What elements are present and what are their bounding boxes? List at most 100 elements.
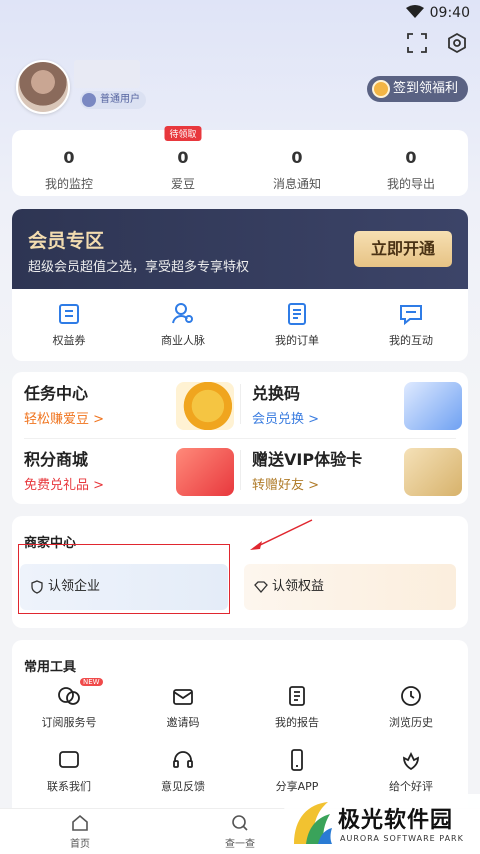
- tool-label: 联系我们: [47, 780, 91, 793]
- tool-report[interactable]: 我的报告: [240, 684, 354, 730]
- stat-label: 我的导出: [386, 177, 435, 191]
- stat-value: 0: [63, 148, 75, 167]
- tool-feedback[interactable]: 意见反馈: [126, 748, 240, 794]
- order-icon: [288, 303, 306, 325]
- tool-label: 意见反馈: [161, 780, 205, 793]
- vip-subtitle: 超级会员超值之选，享受超多专享特权: [28, 260, 250, 275]
- watermark: 极光软件园 AURORA SOFTWARE PARK: [280, 794, 480, 854]
- quick-item-contacts[interactable]: 商业人脉: [126, 289, 240, 361]
- claim-company-button[interactable]: 认领企业: [20, 564, 228, 610]
- quick-item-voucher[interactable]: 权益券: [12, 289, 126, 361]
- status-time: 09:40: [429, 5, 470, 21]
- merchant-center: 商家中心 认领企业 认领权益: [12, 516, 468, 628]
- shield-icon: [31, 580, 43, 594]
- member-level-icon: [82, 93, 96, 107]
- tool-label: 给个好评: [389, 780, 433, 793]
- tool-share[interactable]: 分享APP: [240, 748, 354, 794]
- report-icon: [289, 686, 305, 706]
- common-tools: 常用工具 NEW 订阅服务号 邀请码 我的报告 浏览历史 联系我们 意见反馈 分…: [12, 640, 468, 820]
- stat-label: 消息通知: [272, 177, 321, 191]
- vip-card-icon: [404, 448, 462, 496]
- diamond-icon: [254, 581, 268, 593]
- coupon-icon: [176, 448, 234, 496]
- feedback-icon: [173, 751, 193, 768]
- tool-invite[interactable]: 邀请码: [126, 684, 240, 730]
- task-grid: 任务中心 轻松赚爱豆 > 兑换码 会员兑换 > 积分商城 免费兑礼品 > 赠送V…: [12, 372, 468, 504]
- tool-label: 邀请码: [166, 716, 200, 729]
- stat-label: 爱豆: [170, 177, 195, 191]
- pending-badge: 待领取: [164, 126, 202, 141]
- top-actions: [406, 32, 468, 54]
- stat-value: 0: [177, 148, 189, 167]
- task-center[interactable]: 任务中心 轻松赚爱豆 >: [24, 380, 234, 440]
- quick-item-label: 我的订单: [275, 334, 319, 347]
- search-icon: [232, 815, 248, 831]
- tools-grid: NEW 订阅服务号 邀请码 我的报告 浏览历史 联系我们 意见反馈 分享APP: [12, 678, 468, 794]
- aurora-logo-icon: [294, 802, 332, 844]
- tab-label: 查一查: [225, 839, 255, 850]
- username-placeholder: [74, 60, 140, 88]
- tool-subscribe[interactable]: NEW 订阅服务号: [12, 678, 126, 730]
- claim-rights-label: 认领权益: [272, 579, 325, 594]
- tool-label: 浏览历史: [389, 716, 433, 729]
- tool-label: 分享APP: [275, 780, 319, 793]
- user-level-badge: 普通用户: [80, 91, 146, 109]
- user-level-label: 普通用户: [100, 94, 140, 105]
- coin-stack-icon: [176, 382, 234, 430]
- contacts-icon: [172, 303, 193, 324]
- quick-entry: 权益券 商业人脉 我的订单 我的互动: [12, 289, 468, 361]
- divider: [24, 438, 456, 439]
- history-icon: [401, 686, 421, 706]
- status-bar: 09:40: [0, 0, 480, 26]
- checkin-button[interactable]: 签到领福利: [366, 76, 468, 102]
- quick-item-label: 商业人脉: [161, 334, 205, 347]
- divider: [240, 384, 241, 424]
- tool-contact[interactable]: 联系我们: [12, 748, 126, 794]
- exchange-card-icon: [404, 382, 462, 430]
- open-vip-button[interactable]: 立即开通: [354, 231, 452, 267]
- tab-label: 首页: [70, 839, 90, 850]
- profile-header: 普通用户 签到领福利: [16, 60, 468, 116]
- tool-history[interactable]: 浏览历史: [354, 684, 468, 730]
- points-mall[interactable]: 积分商城 免费兑礼品 >: [24, 446, 234, 506]
- tab-search[interactable]: 查一查: [210, 813, 270, 850]
- scan-icon[interactable]: [406, 32, 428, 54]
- coin-icon: [371, 80, 390, 98]
- tool-label: 我的报告: [275, 716, 319, 729]
- settings-icon[interactable]: [446, 32, 468, 54]
- claim-rights-button[interactable]: 认领权益: [244, 564, 456, 610]
- stat-aidou[interactable]: 待领取 0 爱豆: [126, 126, 240, 196]
- subscribe-icon: [58, 687, 80, 705]
- annotation-arrow: [250, 519, 313, 550]
- watermark-subtitle: AURORA SOFTWARE PARK: [340, 834, 464, 843]
- redeem-code[interactable]: 兑换码 会员兑换 >: [252, 380, 462, 440]
- stat-label: 我的监控: [44, 177, 93, 191]
- vip-banner: 会员专区 超级会员超值之选，享受超多专享特权 立即开通: [12, 209, 468, 289]
- merchant-title: 商家中心: [24, 536, 77, 551]
- tools-title: 常用工具: [24, 660, 77, 675]
- stat-messages[interactable]: 0 消息通知: [240, 130, 354, 196]
- avatar[interactable]: [16, 60, 70, 114]
- gift-vip-card[interactable]: 赠送VIP体验卡 转赠好友 >: [252, 446, 462, 506]
- stat-exports[interactable]: 0 我的导出: [354, 130, 468, 196]
- stat-value: 0: [405, 148, 417, 167]
- rate-icon: [403, 751, 419, 771]
- stats-card: 0 我的监控 待领取 0 爱豆 0 消息通知 0 我的导出: [12, 126, 468, 196]
- tool-rate[interactable]: 给个好评: [354, 748, 468, 794]
- invite-icon: [173, 689, 193, 705]
- home-icon: [72, 814, 88, 831]
- tab-home[interactable]: 首页: [50, 813, 110, 850]
- checkin-label: 签到领福利: [392, 81, 458, 96]
- quick-item-label: 我的互动: [389, 334, 433, 347]
- claim-company-label: 认领企业: [48, 579, 101, 594]
- chat-icon: [400, 305, 422, 326]
- vip-title: 会员专区: [28, 230, 105, 252]
- quick-item-interactions[interactable]: 我的互动: [354, 289, 468, 361]
- new-badge: NEW: [80, 678, 103, 686]
- stat-monitor[interactable]: 0 我的监控: [12, 130, 126, 196]
- tool-label: 订阅服务号: [41, 716, 97, 729]
- watermark-title: 极光软件园: [338, 808, 454, 833]
- quick-item-orders[interactable]: 我的订单: [240, 289, 354, 361]
- quick-item-label: 权益券: [52, 334, 86, 347]
- divider: [240, 450, 241, 490]
